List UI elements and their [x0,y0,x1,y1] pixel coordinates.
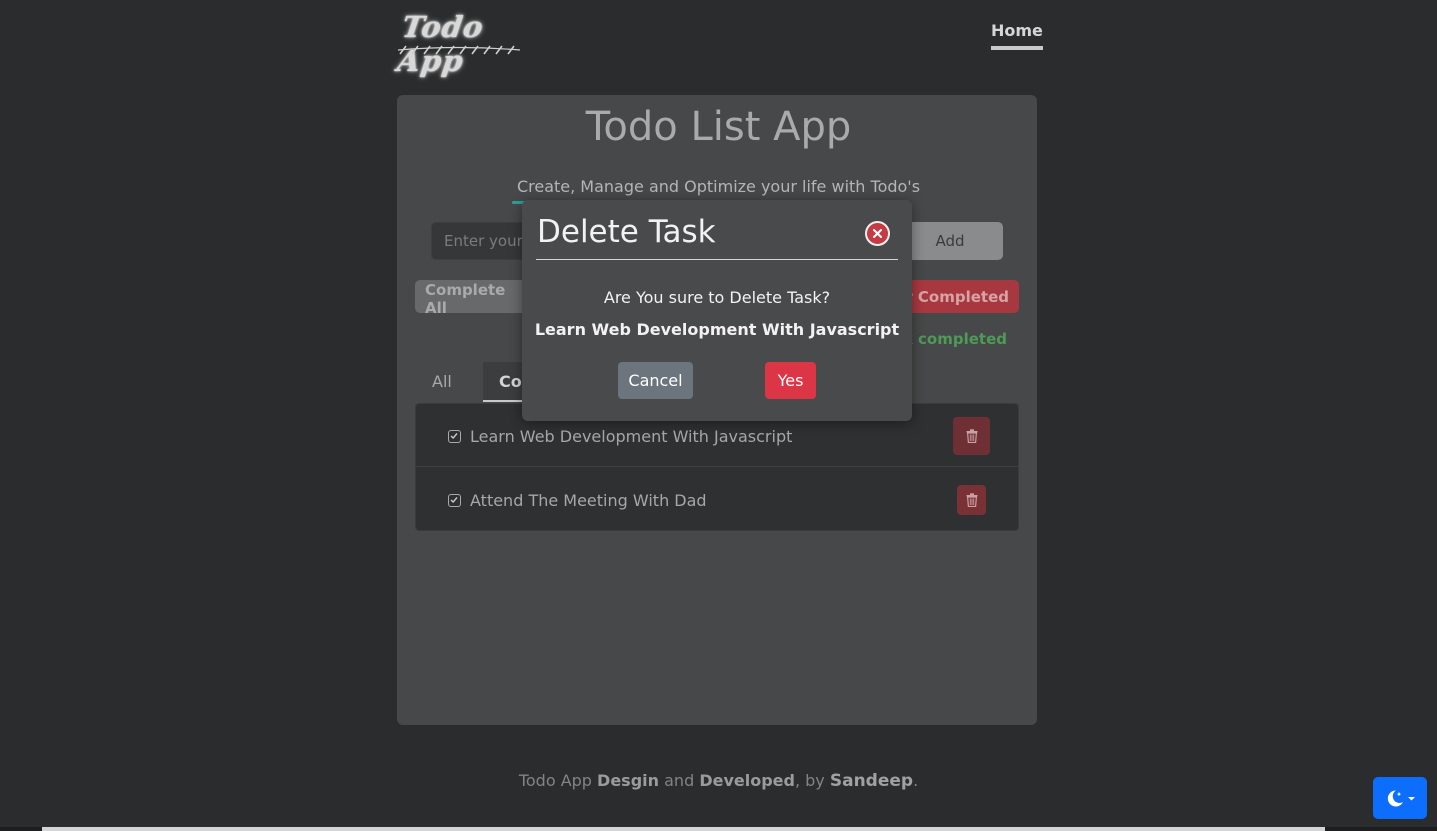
footer-credit: Todo App Desgin and Developed, by Sandee… [0,771,1437,791]
confirm-delete-button[interactable]: Yes [765,362,816,399]
footer-text: , by [794,771,830,790]
trash-icon [966,429,977,443]
footer-design: Desgin [597,771,660,790]
task-row: Attend The Meeting With Dad [416,468,1018,531]
footer-text: Todo App [518,771,598,790]
app-logo[interactable]: Todo App [395,10,538,78]
delete-task-button[interactable] [957,485,986,515]
delete-task-button[interactable] [953,417,990,455]
page-title: Todo List App [585,104,852,150]
close-icon[interactable] [865,221,890,246]
complete-all-button[interactable]: Complete All [415,280,535,317]
modal-divider [536,259,898,260]
task-label: Learn Web Development With Javascript [470,427,793,446]
task-label: Attend The Meeting With Dad [470,491,707,510]
cancel-button[interactable]: Cancel [618,362,693,399]
page-subtitle: Create, Manage and Optimize your life wi… [516,177,921,196]
nav-home-link[interactable]: Home [991,21,1043,50]
modal-title: Delete Task [537,214,716,250]
checkbox-checked-icon[interactable] [448,430,461,443]
tab-all[interactable]: All [416,362,468,402]
modal-question: Are You sure to Delete Task? [603,288,831,307]
moon-icon [1387,790,1415,807]
footer-author: Sandeep [829,771,914,791]
task-list: Learn Web Development With Javascript At… [415,403,1019,531]
taskbar-strip [0,827,1437,831]
trash-icon [966,493,977,507]
delete-task-modal: Delete Task Are You sure to Delete Task?… [522,200,912,421]
checkbox-checked-icon[interactable] [448,494,461,507]
footer-text: . [913,771,919,790]
footer-text: and [659,771,700,790]
footer-developed: Developed [699,771,795,790]
modal-task-name: Learn Web Development With Javascript [534,320,900,339]
theme-toggle-button[interactable] [1373,777,1427,819]
add-task-button[interactable]: Add [897,222,1003,260]
logo-decoration [398,45,521,55]
